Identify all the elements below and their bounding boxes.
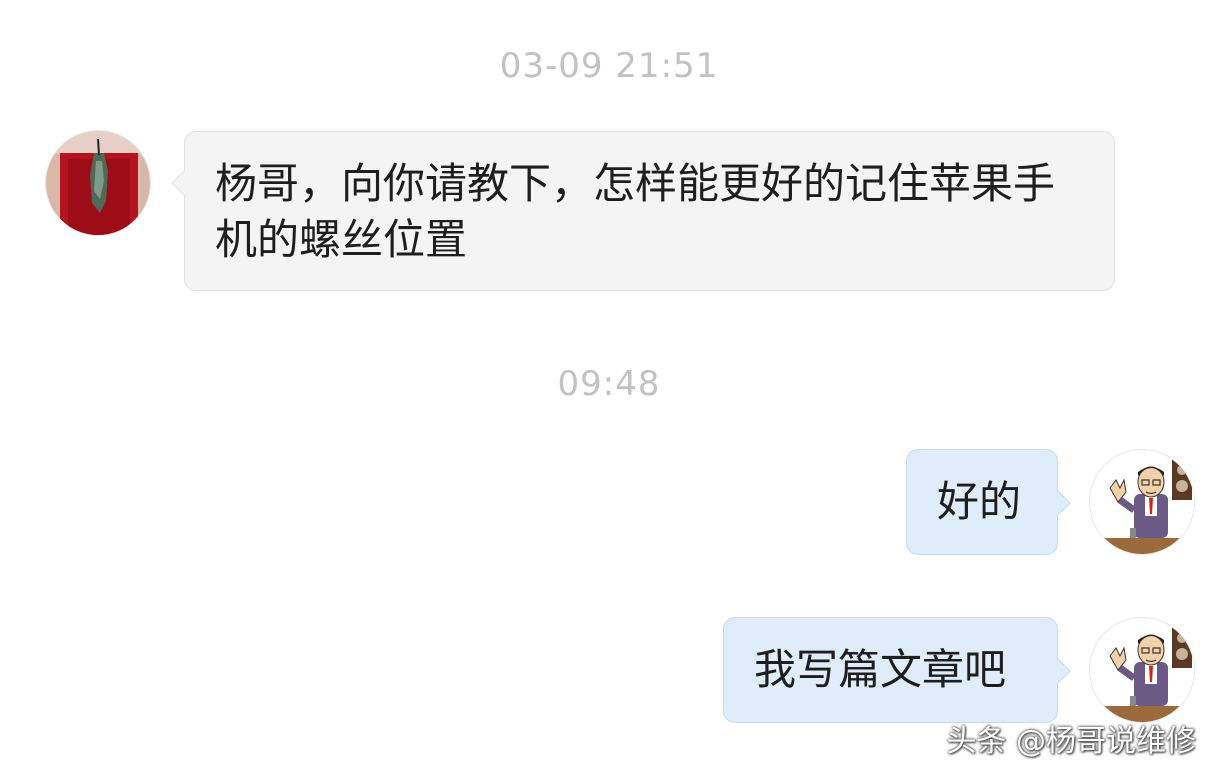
timestamp: 09:48 bbox=[557, 364, 661, 404]
jade-pendant-photo-avatar-icon bbox=[46, 131, 150, 235]
cartoon-man-waving-avatar-icon bbox=[1090, 450, 1194, 554]
message-text: 杨哥，向你请教下，怎样能更好的记住苹果手机的螺丝位置 bbox=[215, 159, 1056, 264]
my-avatar[interactable] bbox=[1089, 449, 1195, 555]
message-text: 好的 bbox=[937, 477, 1022, 526]
outgoing-message-bubble[interactable]: 好的 bbox=[906, 449, 1071, 555]
cartoon-man-waving-avatar-icon bbox=[1090, 618, 1194, 722]
message-text: 我写篇文章吧 bbox=[754, 645, 1007, 694]
watermark: 头条 @杨哥说维修 bbox=[946, 724, 1196, 759]
contact-avatar[interactable] bbox=[45, 130, 151, 236]
timestamp: 03-09 21:51 bbox=[499, 46, 719, 86]
my-avatar[interactable] bbox=[1089, 617, 1195, 723]
incoming-message-bubble[interactable]: 杨哥，向你请教下，怎样能更好的记住苹果手机的螺丝位置 bbox=[171, 131, 1115, 291]
outgoing-message-bubble[interactable]: 我写篇文章吧 bbox=[723, 617, 1071, 723]
chat-view: 03-09 21:51 杨哥，向你请教下，怎样能更好的记住苹果手机的螺丝位置 0… bbox=[0, 0, 1218, 776]
